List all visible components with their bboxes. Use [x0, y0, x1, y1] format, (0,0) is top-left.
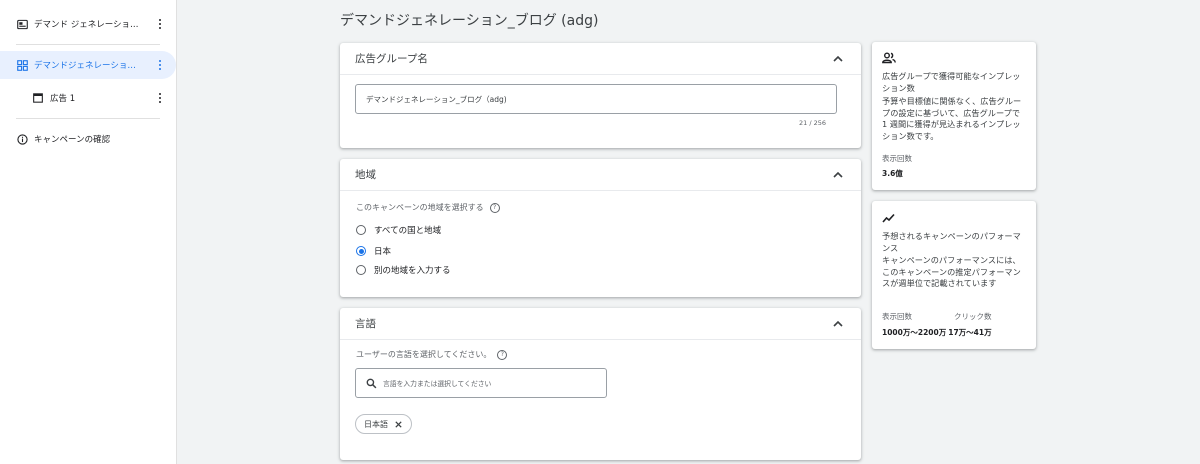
impressions-title: 広告グループで獲得可能なインプレッション数: [882, 71, 1021, 93]
help-icon[interactable]: ?: [497, 349, 508, 360]
char-counter: 21 / 256: [799, 119, 826, 127]
campaign-icon: [16, 18, 28, 30]
region-question: このキャンペーンの地域を選択する ?: [356, 202, 500, 213]
radio-button[interactable]: [356, 265, 366, 275]
divider: [16, 44, 160, 45]
sidebar-item-review[interactable]: キャンペーンの確認: [16, 125, 166, 153]
radio-all-countries[interactable]: すべての国と地域: [356, 224, 441, 236]
metrics-labels-row: 表示回数 クリック数: [882, 311, 1026, 323]
impressions-description: 予算や目標値に関係なく、広告グループの設定に基づいて、広告グループで 1 週間に…: [882, 96, 1022, 141]
search-icon: [366, 378, 377, 388]
language-card: 言語 ユーザーの言語を選択してください。 ? 言語を入力または選択してください …: [340, 308, 861, 460]
impressions-value: 1000万～2200万: [882, 328, 947, 337]
sidebar-item-label: キャンペーンの確認: [34, 135, 111, 145]
more-icon[interactable]: [158, 18, 162, 30]
sidebar-item-campaign[interactable]: デマンド ジェネレーショ…: [16, 10, 166, 38]
sidebar-item-label: デマンド ジェネレーショ…: [34, 20, 139, 30]
sidebar-item-ad-group[interactable]: デマンドジェネレーショ…: [0, 51, 176, 79]
chevron-up-icon[interactable]: [831, 168, 845, 182]
chevron-up-icon[interactable]: [831, 52, 845, 66]
radio-button[interactable]: [356, 225, 366, 235]
impressions-metric-value: 3.6億: [882, 169, 903, 178]
radio-button[interactable]: [356, 246, 366, 256]
sidebar-item-label: デマンドジェネレーショ…: [34, 61, 136, 71]
divider: [16, 118, 160, 119]
region-question-text: このキャンペーンの地域を選択する: [356, 203, 484, 212]
chevron-up-icon[interactable]: [831, 317, 845, 331]
metrics-values-row: 1000万～2200万 17万～41万: [882, 327, 1026, 339]
info-icon: [16, 133, 28, 145]
help-icon[interactable]: ?: [489, 202, 500, 213]
language-question: ユーザーの言語を選択してください。 ?: [356, 349, 508, 360]
close-icon[interactable]: [394, 420, 403, 429]
card-title: 広告グループ名: [355, 53, 428, 65]
card-title: 言語: [355, 318, 376, 330]
people-icon: [882, 52, 896, 64]
more-icon[interactable]: [158, 92, 162, 104]
ad-icon: [32, 92, 44, 104]
radio-japan[interactable]: 日本: [356, 245, 391, 257]
ad-group-name-card: 広告グループ名 デマンドジェネレーション_ブログ（adg) 21 / 256: [340, 43, 861, 148]
radio-label: 別の地域を入力する: [374, 266, 451, 276]
clicks-value: 17万～41万: [948, 328, 992, 337]
performance-card: 予想されるキャンペーンのパフォーマンス キャンペーンのパフォーマンスには、このキ…: [872, 201, 1036, 349]
page-title: デマンドジェネレーション_ブログ (adg): [340, 13, 599, 29]
language-question-text: ユーザーの言語を選択してください。: [356, 350, 492, 359]
impressions-metric-label: 表示回数: [882, 154, 912, 163]
sidebar-item-label: 広告 1: [50, 94, 76, 104]
radio-other-region[interactable]: 別の地域を入力する: [356, 264, 451, 276]
card-header[interactable]: 広告グループ名: [340, 43, 861, 75]
card-title: 地域: [355, 169, 376, 181]
trending-icon: [882, 213, 895, 223]
impressions-card: 広告グループで獲得可能なインプレッション数 予算や目標値に関係なく、広告グループ…: [872, 42, 1036, 190]
region-card: 地域 このキャンペーンの地域を選択する ? すべての国と地域 日本 別の地域を入…: [340, 159, 861, 297]
sidebar: デマンド ジェネレーショ… デマンドジェネレーショ… 広告 1 キャンペーンの確…: [0, 0, 177, 464]
more-icon[interactable]: [158, 59, 162, 71]
radio-label: 日本: [374, 247, 392, 257]
language-chip[interactable]: 日本語: [355, 414, 412, 434]
clicks-label: クリック数: [954, 312, 992, 321]
impressions-label: 表示回数: [882, 312, 912, 321]
ad-group-name-input[interactable]: デマンドジェネレーション_ブログ（adg): [355, 84, 837, 114]
card-header[interactable]: 言語: [340, 308, 861, 340]
language-search-input[interactable]: 言語を入力または選択してください: [355, 368, 607, 398]
performance-description: キャンペーンのパフォーマンスには、このキャンペーンの推定パフォーマンスが週単位で…: [882, 255, 1021, 288]
chip-label: 日本語: [364, 419, 388, 429]
performance-title: 予想されるキャンペーンのパフォーマンス: [882, 231, 1021, 253]
sidebar-item-ad[interactable]: 広告 1: [32, 84, 166, 112]
card-header[interactable]: 地域: [340, 159, 861, 191]
radio-label: すべての国と地域: [374, 226, 442, 236]
ad-group-icon: [16, 59, 28, 71]
search-placeholder: 言語を入力または選択してください: [383, 380, 492, 388]
